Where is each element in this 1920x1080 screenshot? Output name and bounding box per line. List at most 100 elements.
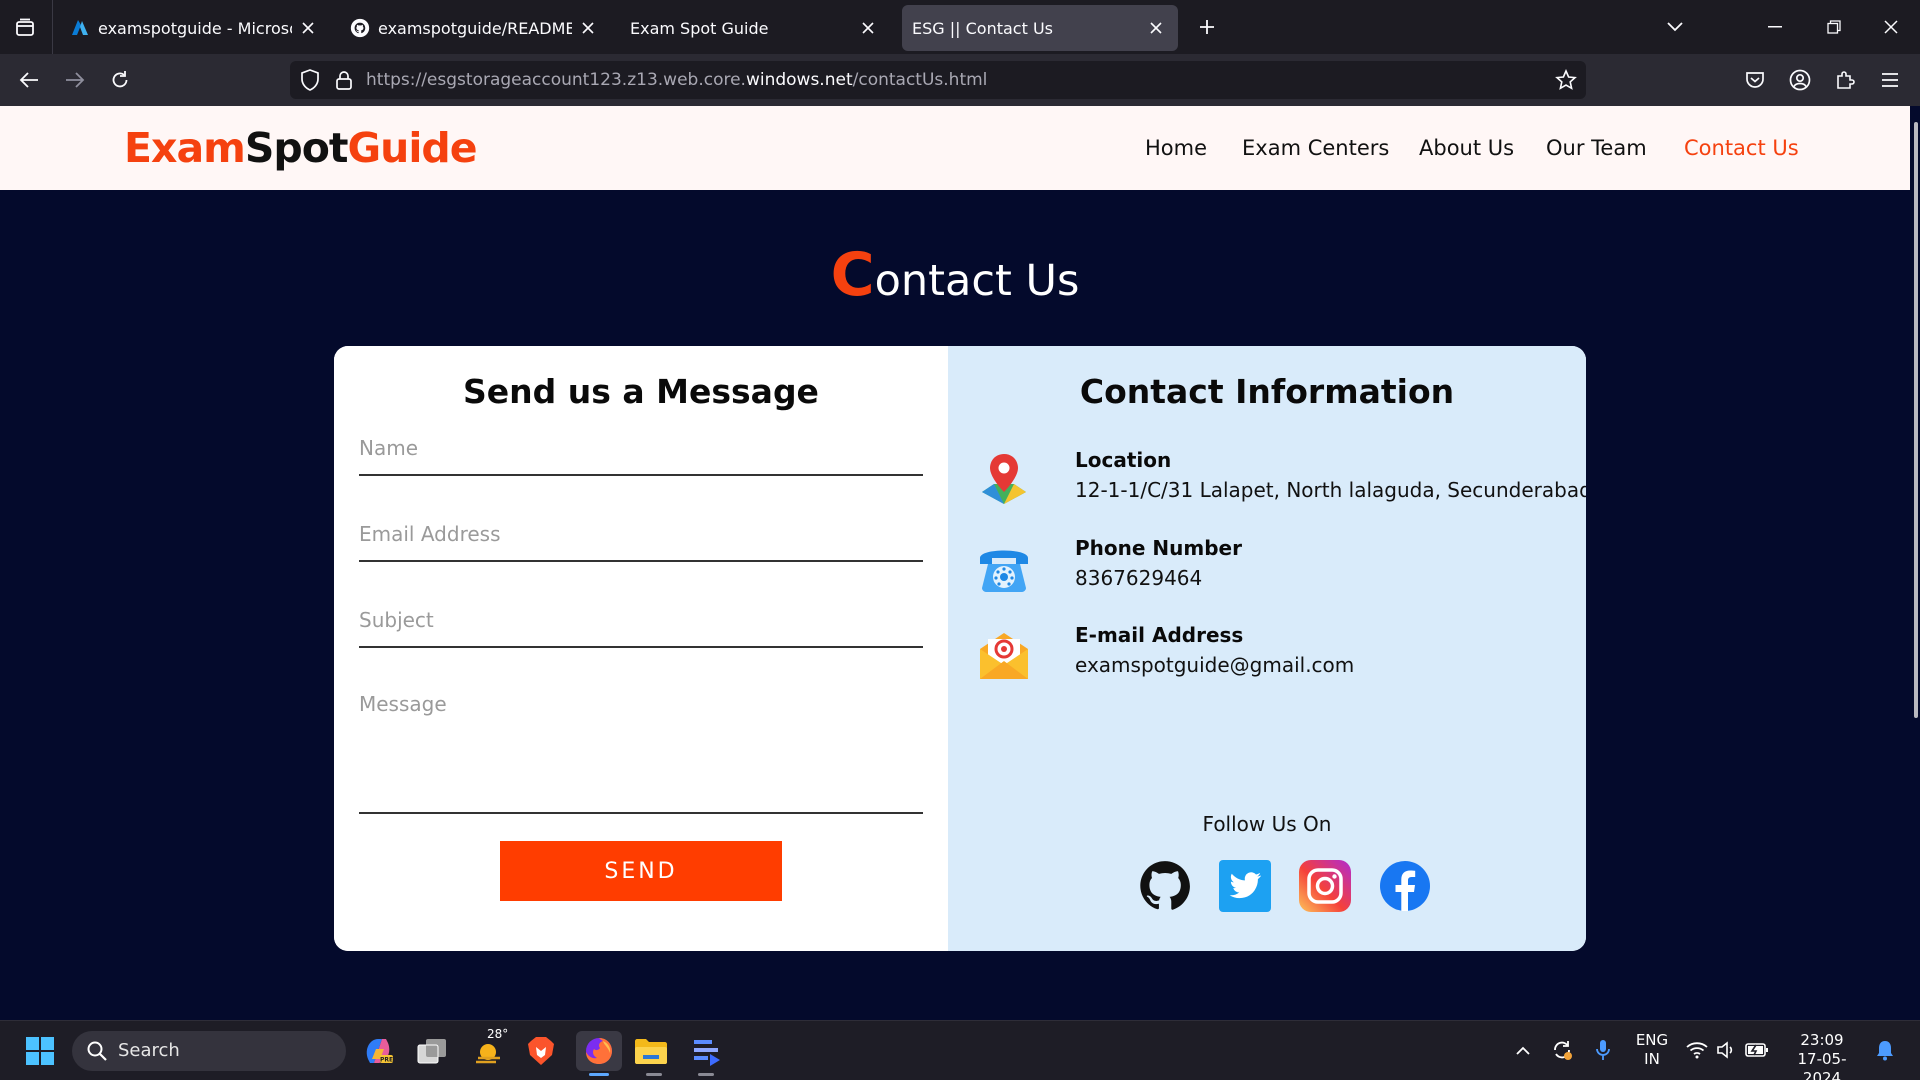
url-text[interactable]: https://esgstorageaccount123.z13.web.cor… xyxy=(366,70,987,90)
copilot-icon: PRE xyxy=(366,1039,393,1064)
sync-tray-button[interactable] xyxy=(1547,1035,1577,1065)
task-view-button[interactable] xyxy=(412,1031,452,1071)
tab-azure[interactable]: examspotguide - Microsoft Azu xyxy=(60,5,330,51)
nav-exam-centers[interactable]: Exam Centers xyxy=(1242,136,1389,160)
send-button[interactable]: SEND xyxy=(500,841,782,901)
task-view-icon xyxy=(417,1039,446,1064)
lock-icon[interactable] xyxy=(332,68,356,92)
message-textarea[interactable] xyxy=(359,692,923,788)
close-icon[interactable] xyxy=(856,16,880,40)
close-window-button[interactable] xyxy=(1871,10,1911,44)
clock-time: 23:09 xyxy=(1800,1031,1844,1049)
dev-tools-button[interactable] xyxy=(686,1031,726,1071)
file-explorer-button[interactable] xyxy=(631,1031,671,1071)
clock[interactable]: 23:09 17-05-2024 xyxy=(1782,1031,1862,1080)
app-menu-button[interactable] xyxy=(1873,63,1907,97)
url-bar[interactable]: https://esgstorageaccount123.z13.web.cor… xyxy=(290,61,1586,99)
microphone-tray-button[interactable] xyxy=(1588,1035,1618,1065)
facebook-icon xyxy=(1380,861,1430,911)
restore-button[interactable] xyxy=(1814,10,1854,44)
firefox-button[interactable] xyxy=(576,1031,622,1071)
brave-lion-icon xyxy=(528,1037,554,1065)
github-icon xyxy=(350,18,370,38)
contact-info-title: Contact Information xyxy=(1079,372,1455,411)
twitter-icon xyxy=(1219,860,1271,912)
instagram-link[interactable] xyxy=(1298,859,1352,913)
page-title: Contact Us xyxy=(0,240,1910,310)
pocket-icon xyxy=(1746,72,1764,88)
wifi-icon xyxy=(1686,1042,1708,1059)
tab-contact-us[interactable]: ESG || Contact Us xyxy=(902,5,1178,51)
email-value[interactable]: examspotguide@gmail.com xyxy=(1075,653,1354,677)
input-language-indicator[interactable]: ENG IN xyxy=(1630,1031,1674,1069)
scrollbar-thumb[interactable] xyxy=(1914,122,1918,718)
copilot-button[interactable]: PRE xyxy=(358,1031,398,1071)
brave-browser-button[interactable] xyxy=(521,1031,561,1071)
nav-contact-us[interactable]: Contact Us xyxy=(1684,136,1799,160)
subject-input[interactable] xyxy=(359,608,923,632)
back-arrow-icon xyxy=(19,72,38,88)
forward-button[interactable] xyxy=(58,63,92,97)
show-hidden-icons-button[interactable] xyxy=(1508,1035,1538,1065)
minimize-button[interactable] xyxy=(1755,10,1795,44)
start-button[interactable] xyxy=(20,1031,60,1071)
forward-arrow-icon xyxy=(66,72,85,88)
back-button[interactable] xyxy=(12,63,46,97)
site-logo[interactable]: ExamSpotGuide xyxy=(124,124,478,172)
notification-button[interactable] xyxy=(1870,1035,1900,1065)
phone-value[interactable]: 8367629464 xyxy=(1075,566,1202,590)
bookmark-star-icon[interactable] xyxy=(1554,68,1578,92)
close-icon[interactable] xyxy=(1144,16,1168,40)
twitter-link[interactable] xyxy=(1218,859,1272,913)
facebook-link[interactable] xyxy=(1378,859,1432,913)
url-prefix: https://esgstorageaccount123.z13.web.cor… xyxy=(366,70,746,90)
tab-list-button[interactable] xyxy=(8,11,42,45)
weather-temp: 28° xyxy=(487,1027,509,1041)
bell-icon xyxy=(1877,1041,1893,1061)
puzzle-icon xyxy=(1837,71,1855,89)
chevron-down-icon xyxy=(1667,22,1683,32)
weather-widget[interactable]: 28° xyxy=(467,1027,515,1071)
tab-github[interactable]: examspotguide/README.md at xyxy=(340,5,610,51)
close-icon[interactable] xyxy=(576,16,600,40)
account-icon xyxy=(1789,69,1811,91)
close-icon[interactable] xyxy=(296,16,320,40)
name-input[interactable] xyxy=(359,436,923,460)
message-form: Send us a Message SEND xyxy=(334,346,948,951)
list-all-tabs-button[interactable] xyxy=(1655,10,1695,44)
nav-home[interactable]: Home xyxy=(1145,136,1207,160)
nav-about-us[interactable]: About Us xyxy=(1419,136,1514,160)
tab-title: examspotguide - Microsoft Azu xyxy=(98,18,292,38)
follow-us-label: Follow Us On xyxy=(1202,812,1332,836)
taskbar-search[interactable]: Search xyxy=(72,1031,346,1071)
logo-part-guide: Guide xyxy=(347,124,478,172)
reload-button[interactable] xyxy=(103,63,137,97)
shield-icon[interactable] xyxy=(298,68,322,92)
svg-text:PRE: PRE xyxy=(380,1057,393,1064)
folder-icon xyxy=(635,1039,667,1064)
app-running-indicator xyxy=(646,1073,662,1076)
microphone-icon xyxy=(1596,1040,1610,1060)
site-header: ExamSpotGuide Home Exam Centers About Us… xyxy=(0,106,1910,190)
tab-bar: examspotguide - Microsoft Azu examspotgu… xyxy=(0,0,1920,54)
extensions-button[interactable] xyxy=(1828,63,1862,97)
new-tab-button[interactable] xyxy=(1192,12,1222,42)
nav-our-team[interactable]: Our Team xyxy=(1546,136,1647,160)
account-button[interactable] xyxy=(1783,63,1817,97)
tab-exam-spot-guide[interactable]: Exam Spot Guide xyxy=(620,5,890,51)
github-link[interactable] xyxy=(1138,859,1192,913)
pocket-button[interactable] xyxy=(1738,63,1772,97)
email-field xyxy=(359,522,923,562)
taskbar: Search PRE 28° ENG IN 23:09 17-05-2024 xyxy=(0,1020,1920,1080)
clock-date: 17-05-2024 xyxy=(1797,1050,1847,1080)
page-scrollbar[interactable] xyxy=(1910,106,1920,1020)
wifi-tray-button[interactable] xyxy=(1682,1035,1712,1065)
firefox-icon xyxy=(586,1038,612,1064)
volume-tray-button[interactable] xyxy=(1712,1035,1742,1065)
region-code: IN xyxy=(1644,1050,1660,1068)
map-pin-icon xyxy=(982,454,1026,504)
subject-field xyxy=(359,608,923,648)
telephone-icon xyxy=(980,550,1028,592)
battery-tray-button[interactable] xyxy=(1742,1035,1772,1065)
email-input[interactable] xyxy=(359,522,923,546)
